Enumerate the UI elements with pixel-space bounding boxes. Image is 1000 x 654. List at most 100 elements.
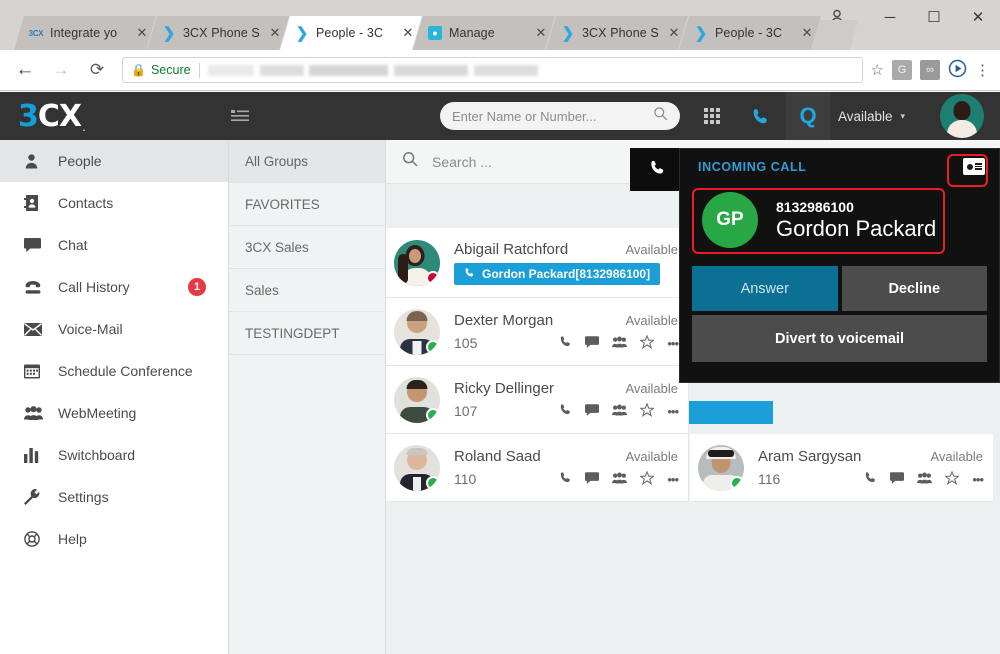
sidebar-item-people[interactable]: People: [0, 140, 228, 182]
forward-button[interactable]: →: [46, 55, 76, 85]
contact-card-aram-sargysan[interactable]: Aram Sargysan Available 116 •••: [690, 434, 993, 502]
contact-card-abigail-ratchford[interactable]: Abigail Ratchford Available Gordon Packa…: [386, 228, 689, 298]
sidebar-item-voice-mail[interactable]: Voice-Mail: [0, 308, 228, 350]
group-item-favorites[interactable]: FAVORITES: [229, 183, 385, 226]
browser-tab-2[interactable]: ❯ 3CX Phone S ✕: [147, 16, 289, 50]
extension-secondary-icon[interactable]: ∞: [920, 60, 940, 80]
contact-card-roland-saad[interactable]: Roland Saad Available 110 •••: [386, 434, 689, 502]
group-item-3cx-sales[interactable]: 3CX Sales: [229, 226, 385, 269]
star-icon[interactable]: [639, 401, 656, 420]
sidebar-item-call-history[interactable]: Call History 1: [0, 266, 228, 308]
call-icon[interactable]: [559, 471, 572, 487]
queue-q-icon[interactable]: Q: [786, 92, 830, 140]
divert-to-voicemail-button[interactable]: Divert to voicemail: [692, 315, 987, 362]
group-item-sales[interactable]: Sales: [229, 269, 385, 312]
call-icon[interactable]: [559, 403, 572, 419]
avatar: [394, 308, 440, 355]
address-bar[interactable]: 🔒 Secure: [122, 57, 863, 83]
sidebar-item-chat[interactable]: Chat: [0, 224, 228, 266]
tab-close-icon[interactable]: ✕: [134, 25, 150, 41]
tab-close-icon[interactable]: ✕: [533, 25, 549, 41]
contact-card-dexter-morgan[interactable]: Dexter Morgan Available 105 •••: [386, 298, 689, 366]
browser-tab-5[interactable]: ❯ 3CX Phone S ✕: [546, 16, 688, 50]
contact-status: Available: [625, 312, 678, 328]
wrench-icon: [24, 489, 58, 505]
contact-card-ricky-dellinger[interactable]: Ricky Dellinger Available 107 •••: [386, 366, 689, 434]
sidebar-item-settings[interactable]: Settings: [0, 476, 228, 518]
more-icon[interactable]: •••: [667, 404, 679, 419]
browser-tab-4[interactable]: ● Manage ✕: [413, 16, 555, 50]
caller-info: GP 8132986100 Gordon Packard: [692, 186, 987, 254]
call-icon[interactable]: [864, 471, 877, 487]
chat-bubble-icon[interactable]: [585, 471, 600, 487]
chat-bubble-icon[interactable]: [890, 471, 905, 487]
sidebar-item-webmeeting[interactable]: WebMeeting: [0, 392, 228, 434]
apps-grid-icon[interactable]: [690, 92, 734, 140]
browser-tab-1[interactable]: 3CX Integrate yo ✕: [14, 16, 156, 50]
tab-close-icon[interactable]: ✕: [666, 25, 682, 41]
group-item-all-groups[interactable]: All Groups: [229, 140, 385, 183]
bookmark-star-icon[interactable]: ☆: [871, 61, 884, 79]
list-icon[interactable]: [228, 104, 252, 128]
browser-tab-3[interactable]: ❯ People - 3C ✕: [280, 16, 422, 50]
more-icon[interactable]: •••: [972, 472, 984, 487]
decline-button[interactable]: Decline: [841, 266, 987, 311]
tab-close-icon[interactable]: ✕: [400, 25, 416, 41]
sidebar-item-label: Schedule Conference: [58, 363, 193, 379]
avatar-face: [953, 101, 971, 120]
caller-name: Gordon Packard: [776, 215, 937, 241]
answer-button[interactable]: Answer: [692, 266, 838, 311]
header-search-box[interactable]: [440, 102, 680, 130]
extension-g-icon[interactable]: G: [892, 60, 912, 80]
incoming-call-header: INCOMING CALL: [680, 149, 999, 184]
avatar-hair-left: [398, 253, 408, 284]
browser-menu-icon[interactable]: ⋮: [975, 61, 990, 79]
search-input[interactable]: [452, 108, 653, 124]
contact-body: Dexter Morgan Available 105 •••: [454, 312, 679, 352]
star-icon[interactable]: [639, 469, 656, 488]
contact-actions: •••: [864, 469, 984, 488]
incoming-call-title: INCOMING CALL: [698, 159, 807, 174]
contact-card-icon[interactable]: [963, 158, 985, 175]
more-icon[interactable]: •••: [667, 336, 679, 351]
call-history-badge: 1: [188, 278, 206, 296]
contact-extension: 116: [758, 471, 781, 487]
conference-icon[interactable]: [612, 336, 628, 351]
sidebar-item-label: WebMeeting: [58, 405, 137, 421]
sidebar-item-switchboard[interactable]: Switchboard: [0, 434, 228, 476]
sidebar-item-schedule-conference[interactable]: Schedule Conference: [0, 350, 228, 392]
tab-close-icon[interactable]: ✕: [267, 25, 283, 41]
status-selector[interactable]: Available ▾: [838, 109, 905, 124]
chevron-down-icon[interactable]: ▾: [901, 111, 906, 122]
bar-chart-icon: [24, 447, 58, 463]
sidebar-item-help[interactable]: Help: [0, 518, 228, 560]
star-icon[interactable]: [944, 469, 961, 488]
back-button[interactable]: ←: [10, 55, 40, 85]
avatar: [394, 376, 440, 423]
contact-name: Aram Sargysan: [758, 447, 862, 465]
star-icon[interactable]: [639, 333, 656, 352]
active-call-chip[interactable]: Gordon Packard[8132986100]: [454, 262, 661, 285]
phone-icon[interactable]: [738, 92, 782, 140]
tab-close-icon[interactable]: ✕: [799, 25, 815, 41]
more-icon[interactable]: •••: [667, 472, 679, 487]
group-item-testingdept[interactable]: TESTINGDEPT: [229, 312, 385, 355]
sidebar-item-contacts[interactable]: Contacts: [0, 182, 228, 224]
chat-bubble-icon[interactable]: [585, 403, 600, 419]
search-icon[interactable]: [653, 106, 668, 126]
address-bar-url: [207, 64, 854, 76]
browser-tab-6[interactable]: ❯ People - 3C ✕: [679, 16, 821, 50]
chat-bubble-icon[interactable]: [585, 335, 600, 351]
contact-card-lines: [974, 163, 982, 170]
avatar[interactable]: [940, 94, 984, 138]
conference-icon[interactable]: [917, 472, 933, 487]
call-icon[interactable]: [559, 335, 572, 351]
3cx-chevron-icon: ❯: [694, 25, 708, 42]
conference-icon[interactable]: [612, 472, 628, 487]
reload-button[interactable]: ⟳: [82, 55, 112, 85]
avatar-hair: [406, 310, 428, 321]
play-circle-icon[interactable]: [948, 59, 967, 82]
search-icon[interactable]: [402, 151, 418, 172]
conference-icon[interactable]: [612, 404, 628, 419]
presence-indicator: [426, 270, 440, 285]
